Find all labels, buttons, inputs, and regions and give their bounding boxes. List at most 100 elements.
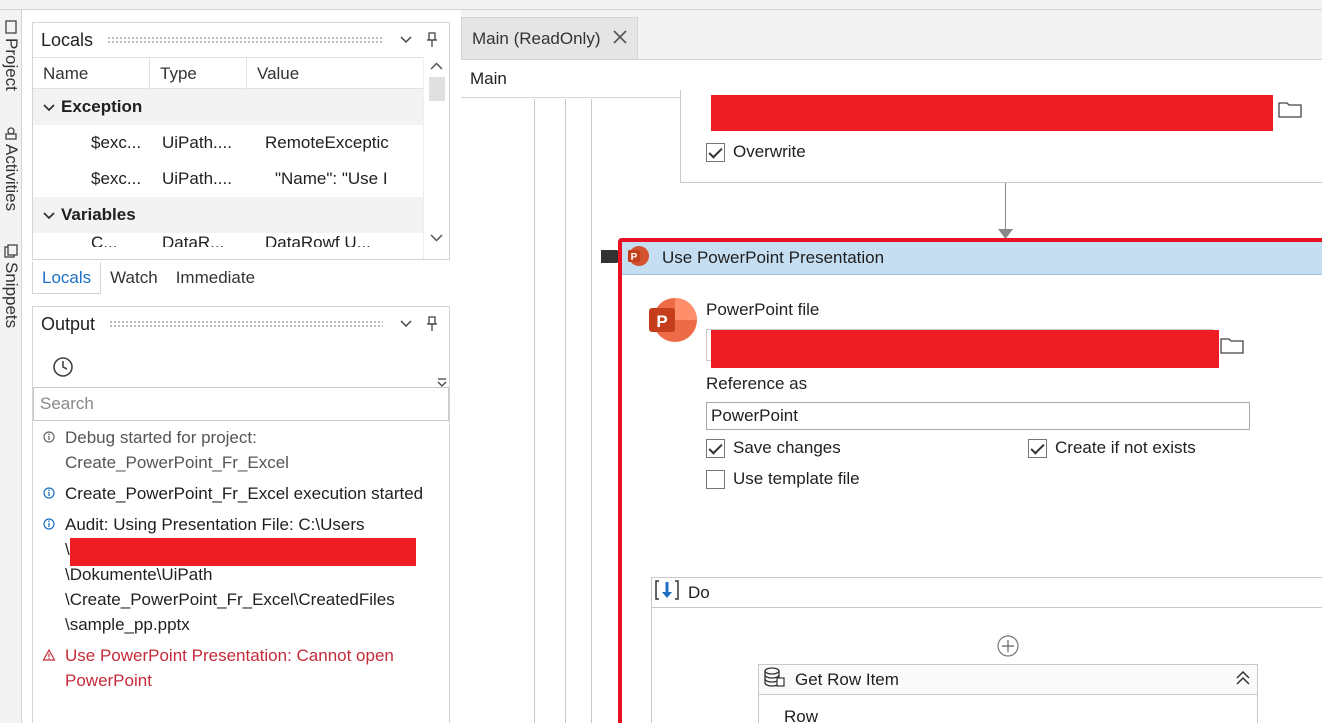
message-line: Debug started for project: (65, 428, 257, 447)
activity-header[interactable]: P Use PowerPoint Presentation (622, 242, 1322, 275)
overflow-chevron-icon[interactable] (437, 373, 447, 393)
row-type: DataR... (162, 233, 225, 247)
group-row-exception[interactable]: Exception (33, 89, 423, 125)
powerpoint-file-label: PowerPoint file (706, 300, 820, 319)
info-icon (43, 431, 55, 443)
debug-panel-tabs: Locals Watch Immediate (32, 262, 264, 294)
use-template-label: Use template file (733, 469, 860, 488)
row-name: C... (91, 233, 118, 247)
top-toolbar-strip (0, 0, 1322, 10)
chevron-down-icon[interactable] (43, 100, 61, 115)
chevron-down-icon[interactable] (43, 208, 61, 223)
row-value: RemoteExceptic (265, 133, 389, 152)
group-label: Variables (61, 205, 136, 224)
dock-tab-project[interactable]: Project (0, 18, 22, 91)
sequence-icon (654, 579, 680, 606)
table-row[interactable]: $exc... UiPath.... RemoteExceptic (33, 125, 423, 161)
locals-panel: Locals Name Type Value Exception $exc...… (32, 22, 450, 260)
output-message[interactable]: Audit: Using Presentation File: C:\Users… (33, 506, 449, 637)
do-label: Do (688, 582, 710, 602)
document-tabs: Main (ReadOnly) (461, 10, 1322, 60)
locals-panel-header: Locals (33, 23, 449, 57)
svg-text:P: P (631, 252, 638, 263)
output-message[interactable]: Create_PowerPoint_Fr_Excel execution sta… (33, 475, 449, 506)
overwrite-checkbox[interactable] (706, 142, 725, 162)
sequence-guide-line (591, 99, 592, 723)
dock-tab-snippets-label: Snippets (2, 262, 21, 329)
create-if-not-exists-row[interactable]: Create if not exists (1028, 438, 1196, 458)
scroll-down-icon[interactable] (430, 231, 443, 245)
overwrite-checkbox-row[interactable]: Overwrite (706, 142, 806, 162)
column-header-name[interactable]: Name (33, 58, 150, 90)
table-row[interactable]: $exc... UiPath.... "Name": "Use I (33, 161, 423, 197)
output-message[interactable]: Debug started for project: Create_PowerP… (33, 421, 449, 475)
scroll-up-icon[interactable] (430, 59, 443, 73)
folder-icon[interactable] (1275, 94, 1305, 124)
output-panel-title: Output (41, 313, 96, 334)
get-row-item-header[interactable]: Get Row Item (759, 665, 1257, 695)
get-row-item-activity[interactable]: Get Row Item Row (758, 664, 1258, 723)
dock-tab-snippets[interactable]: Snippets (0, 242, 22, 328)
scrollbar-thumb[interactable] (429, 77, 445, 101)
connector-line (1005, 183, 1006, 233)
column-header-value[interactable]: Value (247, 58, 423, 90)
sequence-guide-line (565, 99, 566, 723)
drag-grip[interactable] (107, 35, 383, 45)
locals-panel-title: Locals (41, 29, 94, 50)
save-changes-row[interactable]: Save changes (706, 438, 841, 458)
collapse-icon[interactable] (1235, 670, 1251, 690)
activities-icon (5, 127, 17, 140)
row-type: UiPath.... (162, 133, 232, 152)
column-header-type[interactable]: Type (150, 58, 247, 90)
row-value: DataRowf U... (265, 233, 371, 247)
tab-immediate[interactable]: Immediate (167, 262, 264, 294)
dock-tab-activities[interactable]: Activities (0, 124, 22, 211)
locals-table-body: Exception $exc... UiPath.... RemoteExcep… (33, 89, 423, 259)
create-if-not-exists-checkbox[interactable] (1028, 438, 1047, 458)
use-powerpoint-activity[interactable]: P Use PowerPoint Presentation P PowerPoi… (618, 238, 1322, 723)
close-icon[interactable] (612, 27, 627, 50)
table-row-partial[interactable]: C... DataR... DataRowf U... (33, 233, 423, 247)
svg-text:P: P (656, 312, 667, 331)
tab-label: Main (ReadOnly) (472, 28, 601, 48)
save-changes-label: Save changes (733, 438, 841, 457)
use-template-checkbox[interactable] (706, 469, 725, 489)
tab-watch[interactable]: Watch (101, 262, 167, 294)
info-icon (43, 518, 55, 530)
row-type: UiPath.... (162, 169, 232, 188)
use-template-row[interactable]: Use template file (706, 469, 860, 489)
search-input[interactable]: Search (33, 387, 449, 421)
add-activity-icon[interactable] (997, 635, 1019, 662)
locals-scrollbar[interactable] (423, 57, 449, 259)
message-line: PowerPoint (65, 671, 152, 690)
redacted-block (711, 330, 1219, 368)
group-row-variables[interactable]: Variables (33, 197, 423, 233)
tab-locals[interactable]: Locals (32, 262, 102, 294)
message-line: Use PowerPoint Presentation: Cannot open (65, 646, 394, 665)
database-icon (763, 666, 785, 693)
pin-icon[interactable] (423, 31, 441, 49)
drag-grip[interactable] (109, 319, 383, 329)
chevron-down-icon[interactable] (397, 31, 415, 49)
breadcrumb-item[interactable]: Main (470, 69, 507, 89)
dock-tab-project-label: Project (2, 38, 21, 91)
reference-as-input[interactable]: PowerPoint (706, 402, 1250, 430)
overwrite-label: Overwrite (733, 142, 806, 161)
chevron-down-icon[interactable] (397, 315, 415, 333)
do-sequence-header[interactable]: Do (652, 578, 1322, 608)
pin-icon[interactable] (423, 315, 441, 333)
save-changes-checkbox[interactable] (706, 438, 725, 458)
clock-icon[interactable] (52, 356, 74, 383)
output-message-error[interactable]: Use PowerPoint Presentation: Cannot open… (33, 637, 449, 693)
workflow-designer: Main (ReadOnly) Main Overwrite P Use Pow… (461, 10, 1322, 723)
folder-icon[interactable] (1217, 330, 1247, 360)
activity-title: Use PowerPoint Presentation (662, 248, 885, 267)
message-line: \sample_pp.pptx (65, 615, 190, 634)
tab-main-readonly[interactable]: Main (ReadOnly) (461, 17, 638, 59)
page-icon (5, 20, 17, 34)
row-value: "Name": "Use I (275, 169, 388, 188)
do-sequence[interactable]: Do Get Row Item Row (651, 577, 1322, 723)
warning-icon (42, 649, 56, 661)
output-panel-header: Output (33, 307, 449, 341)
snippets-icon (4, 244, 18, 258)
